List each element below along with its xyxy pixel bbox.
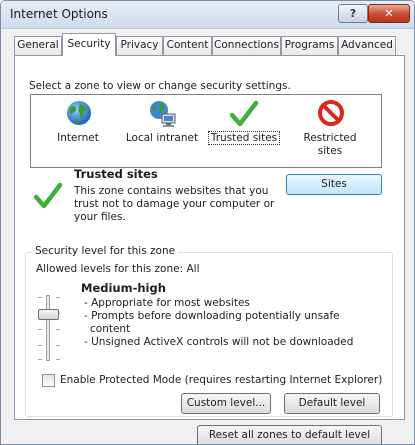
tab-content[interactable]: Content xyxy=(163,36,212,55)
internet-options-dialog: Internet Options ? ✕ General Security Pr… xyxy=(0,0,415,445)
prohibited-icon xyxy=(318,100,344,126)
trusted-sites-large-checkmark-icon xyxy=(33,182,63,209)
slider-tick xyxy=(56,345,60,346)
slider-tick xyxy=(38,359,42,360)
level-bullet: - Unsigned ActiveX controls will not be … xyxy=(84,336,354,348)
tab-general[interactable]: General xyxy=(14,36,62,55)
security-level-name: Medium-high xyxy=(81,281,166,295)
level-bullet: - Prompts before downloading potentially… xyxy=(84,310,340,322)
tab-privacy[interactable]: Privacy xyxy=(116,36,163,55)
slider-tick xyxy=(56,297,60,298)
tab-connections[interactable]: Connections xyxy=(212,36,281,55)
zone-local-intranet-label: Local intranet xyxy=(125,132,199,144)
reset-all-zones-button[interactable]: Reset all zones to default level xyxy=(197,425,382,444)
protected-mode-label[interactable]: Enable Protected Mode (requires restarti… xyxy=(60,374,382,386)
tab-advanced[interactable]: Advanced xyxy=(338,36,396,55)
slider-tick xyxy=(56,329,60,330)
tab-security[interactable]: Security xyxy=(62,33,116,56)
zone-restricted-sites[interactable]: Restricted sites xyxy=(287,95,373,167)
checkmark-icon xyxy=(229,100,259,127)
security-tab-panel: Select a zone to view or change security… xyxy=(14,55,405,444)
slider-tick xyxy=(56,359,60,360)
zone-trusted-sites-text: Trusted sites xyxy=(207,131,281,145)
zone-list: Internet Local intranet Trusted sites Re… xyxy=(30,94,382,168)
title-bar[interactable]: Internet Options ? ✕ xyxy=(1,1,414,29)
default-level-button[interactable]: Default level xyxy=(284,393,380,414)
tab-strip: General Security Privacy Content Connect… xyxy=(14,33,404,56)
slider-tick xyxy=(38,329,42,330)
zone-internet-label: Internet xyxy=(57,132,99,144)
tab-programs[interactable]: Programs xyxy=(281,36,338,55)
sites-button[interactable]: Sites xyxy=(286,174,382,195)
custom-level-button[interactable]: Custom level... xyxy=(181,393,271,414)
globe-icon xyxy=(67,101,91,125)
allowed-levels-text: Allowed levels for this zone: All xyxy=(36,263,200,275)
help-button[interactable]: ? xyxy=(338,4,368,23)
zone-description-line: your files. xyxy=(74,211,126,223)
zone-restricted-line2: sites xyxy=(317,145,343,157)
close-button[interactable]: ✕ xyxy=(368,4,410,23)
zone-restricted-sites-label: Restricted sites xyxy=(287,132,373,158)
zone-info-description: This zone contains websites that you tru… xyxy=(74,185,274,224)
security-level-group: Security level for this zone Allowed lev… xyxy=(25,245,393,417)
zone-trusted-sites[interactable]: Trusted sites xyxy=(201,95,287,167)
close-icon: ✕ xyxy=(384,7,394,20)
slider-tick xyxy=(38,345,42,346)
zone-select-prompt: Select a zone to view or change security… xyxy=(29,80,291,92)
zone-local-intranet[interactable]: Local intranet xyxy=(117,95,207,167)
level-bullet: - Appropriate for most websites xyxy=(84,297,250,309)
slider-tick xyxy=(38,297,42,298)
network-icon xyxy=(150,101,176,127)
zone-info-title: Trusted sites xyxy=(74,167,158,181)
zone-restricted-line1: Restricted xyxy=(303,132,357,144)
protected-mode-checkbox[interactable] xyxy=(42,374,55,387)
dialog-title: Internet Options xyxy=(10,7,108,21)
zone-description-line: trust not to damage your computer or xyxy=(74,198,275,210)
security-level-description: - Appropriate for most websites - Prompt… xyxy=(84,297,353,349)
zone-description-line: This zone contains websites that you xyxy=(74,185,269,197)
level-bullet: content xyxy=(90,323,131,335)
zone-trusted-sites-label: Trusted sites xyxy=(201,131,287,145)
slider-track[interactable] xyxy=(46,295,50,361)
security-level-group-title: Security level for this zone xyxy=(32,245,179,257)
zone-internet[interactable]: Internet xyxy=(35,95,121,167)
slider-thumb[interactable] xyxy=(38,309,59,320)
help-icon: ? xyxy=(349,7,357,20)
